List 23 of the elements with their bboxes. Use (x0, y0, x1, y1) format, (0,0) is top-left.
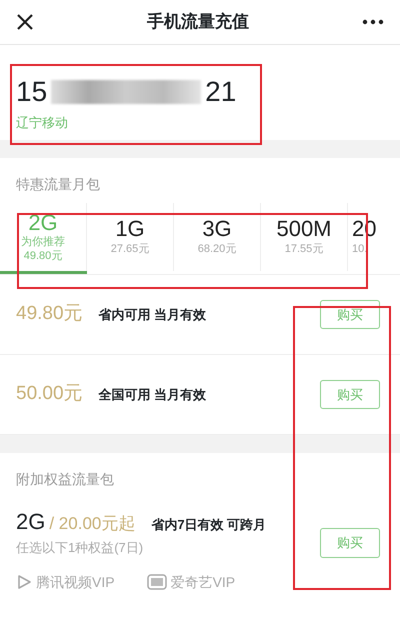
package-tab[interactable]: 1G 27.65元 (87, 203, 174, 271)
section-heading: 特惠流量月包 (15, 175, 101, 194)
phone-number: 15 (16, 75, 48, 109)
package-subtext: 任选以下1种权益(7日) (16, 538, 144, 557)
tv-icon (146, 574, 167, 590)
close-icon[interactable] (16, 13, 34, 31)
more-icon[interactable] (362, 19, 384, 25)
package-size: 2G (16, 508, 46, 536)
phone-number: 21 (205, 75, 236, 109)
perk-label: 爱奇艺VIP (170, 572, 236, 592)
offer-description: 省内可用 当月有效 (98, 306, 208, 324)
section-heading: 附加权益流量包 (15, 470, 115, 489)
package-tab[interactable]: 500M 17.55元 (261, 203, 348, 271)
perk-label: 腾讯视频VIP (36, 572, 115, 592)
window-title: 手机流量充值 (147, 11, 249, 34)
package-tab[interactable]: 3G 68.20元 (174, 203, 261, 271)
offer-price: 49.80元 (16, 302, 83, 326)
package-description: 省内7日有效 可跨月 (151, 516, 266, 534)
play-icon (16, 574, 32, 590)
package-price: / 20.00元起 (49, 512, 136, 534)
offer-description: 全国可用 当月有效 (98, 386, 208, 404)
carrier-label: 辽宁移动 (16, 114, 69, 132)
offer-price: 50.00元 (16, 382, 83, 406)
